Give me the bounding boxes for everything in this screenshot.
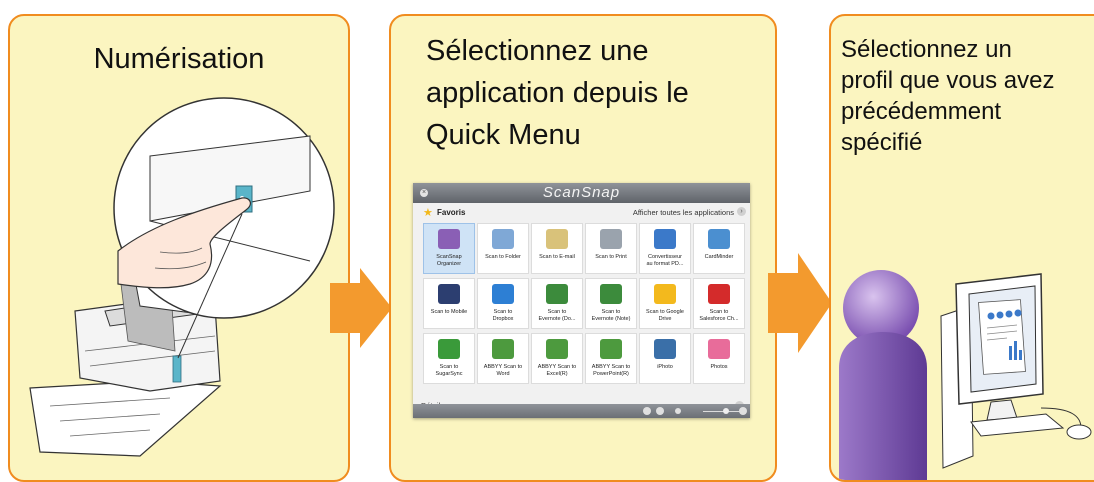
app-tile[interactable]: ScanSnap Organizer	[423, 223, 475, 274]
app-tile[interactable]: Scan to Folder	[477, 223, 529, 274]
salesforce-icon	[708, 284, 730, 304]
arrow-right-icon	[768, 253, 832, 353]
quick-menu-step-title: Sélectionnez une application depuis le Q…	[426, 30, 766, 156]
app-tile-label: ABBYY Scan to Word	[483, 364, 523, 377]
dropbox-icon	[492, 284, 514, 304]
gear-icon[interactable]	[656, 407, 664, 415]
app-tile-label: ScanSnap Organizer	[436, 254, 462, 267]
show-all-apps-link[interactable]: Afficher toutes les applications	[633, 208, 734, 217]
app-tile[interactable]: Scan to Evernote (Do...	[531, 278, 583, 329]
app-tile[interactable]: Scan to Dropbox	[477, 278, 529, 329]
app-grid: ScanSnap Organizer Scan to Folder Scan to …	[423, 223, 748, 384]
iphoto-icon	[654, 339, 676, 359]
quick-menu-window: × ScanSnap ★ Favoris Afficher toutes les…	[413, 183, 750, 418]
app-tile[interactable]: Scan to Print	[585, 223, 637, 274]
star-icon: ★	[423, 207, 433, 219]
app-tile[interactable]: iPhoto	[639, 333, 691, 384]
app-tile-label: Convertisseur au format PD...	[646, 254, 684, 267]
evernote-doc-icon	[546, 284, 568, 304]
app-tile-label: Scan to Evernote (Note)	[591, 309, 631, 322]
quick-menu-step-panel: Sélectionnez une application depuis le Q…	[389, 14, 777, 482]
app-brand: ScanSnap	[542, 184, 621, 201]
app-tile[interactable]: CardMinder	[693, 223, 745, 274]
app-tile[interactable]: Scan to Evernote (Note)	[585, 278, 637, 329]
app-tile[interactable]: Convertisseur au format PD...	[639, 223, 691, 274]
app-tile[interactable]: Photos	[693, 333, 745, 384]
app-tile[interactable]: Scan to SugarSync	[423, 333, 475, 384]
envelope-icon	[546, 229, 568, 249]
app-tile-label: Scan to Print	[595, 254, 627, 260]
app-tile-label: Scan to Folder	[485, 254, 521, 260]
evernote-note-icon	[600, 284, 622, 304]
quick-menu-titlebar: × ScanSnap	[413, 183, 750, 203]
photos-icon	[708, 339, 730, 359]
app-tile-label: iPhoto	[657, 364, 673, 370]
app-tile[interactable]: Scan to Mobile	[423, 278, 475, 329]
app-tile[interactable]: Scan to Google Drive	[639, 278, 691, 329]
app-tile-label: ABBYY Scan to Excel(R)	[537, 364, 577, 377]
app-tile-label: ABBYY Scan to PowerPoint(R)	[591, 364, 631, 377]
title-line: Quick Menu	[426, 119, 581, 151]
scanner-illustration	[29, 97, 335, 457]
sugarsync-icon	[438, 339, 460, 359]
google-drive-icon	[654, 284, 676, 304]
title-line: Sélectionnez une	[426, 35, 649, 67]
help-icon[interactable]	[643, 407, 651, 415]
printer-icon	[600, 229, 622, 249]
favorites-label: Favoris	[437, 208, 466, 217]
zoom-out-icon[interactable]	[675, 408, 681, 414]
app-tile[interactable]: ABBYY Scan to Word	[477, 333, 529, 384]
app-tile-label: Scan to E-mail	[539, 254, 575, 260]
title-line: application depuis le	[426, 77, 689, 109]
app-tile[interactable]: Scan to Salesforce Ch...	[693, 278, 745, 329]
abbyy-powerpoint-icon	[600, 339, 622, 359]
app-tile-label: Photos	[710, 364, 728, 370]
zoom-slider-knob[interactable]	[723, 408, 729, 414]
app-tile-label: Scan to Evernote (Do...	[538, 309, 576, 322]
quick-menu-bottom-bar	[413, 404, 750, 418]
abbyy-excel-icon	[546, 339, 568, 359]
app-tile-label: Scan to SugarSync	[435, 364, 463, 377]
app-tile-label: CardMinder	[704, 254, 734, 260]
scan-step-panel: Numérisation	[8, 14, 350, 482]
app-tile-label: Scan to Salesforce Ch...	[699, 309, 739, 322]
user-computer-illustration	[839, 270, 1092, 480]
sa-convert-icon	[654, 229, 676, 249]
card-icon	[708, 229, 730, 249]
folder-organizer-icon	[438, 229, 460, 249]
app-tile[interactable]: Scan to E-mail	[531, 223, 583, 274]
app-tile-label: Scan to Mobile	[430, 309, 468, 315]
folder-icon	[492, 229, 514, 249]
profile-step-panel: Sélectionnez un profil que vous avez pré…	[829, 14, 1094, 482]
zoom-in-icon[interactable]	[739, 407, 747, 415]
abbyy-word-icon	[492, 339, 514, 359]
app-tile-label: Scan to Dropbox	[492, 309, 514, 322]
favorites-bar: ★ Favoris Afficher toutes les applicatio…	[413, 206, 750, 220]
app-tile[interactable]: ABBYY Scan to Excel(R)	[531, 333, 583, 384]
app-tile-label: Scan to Google Drive	[646, 309, 684, 322]
mobile-icon	[438, 284, 460, 304]
app-tile[interactable]: ABBYY Scan to PowerPoint(R)	[585, 333, 637, 384]
chevron-right-icon[interactable]: ›	[737, 207, 746, 216]
